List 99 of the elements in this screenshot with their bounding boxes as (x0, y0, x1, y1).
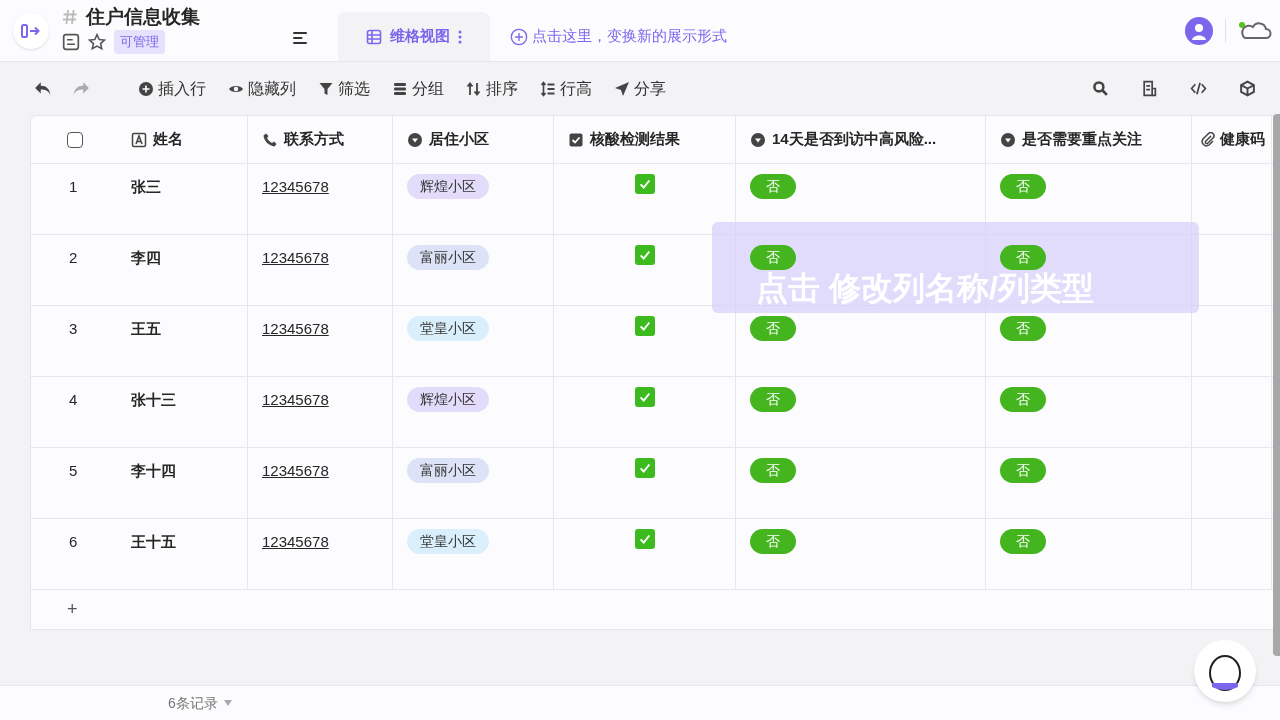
option-tag: 辉煌小区 (407, 387, 489, 412)
dropdown-circle-icon (407, 131, 423, 148)
row-number: 3 (68, 319, 79, 339)
checkbox[interactable] (634, 529, 655, 549)
check-icon (637, 532, 652, 546)
sidebar-toggle-button[interactable] (13, 12, 49, 49)
scrollbar[interactable] (1273, 114, 1280, 656)
phone-icon (262, 131, 278, 148)
option-tag: 否 (750, 174, 796, 199)
check-icon (637, 177, 652, 191)
option-tag: 堂皇小区 (407, 316, 489, 341)
phone-link[interactable]: 12345678 (262, 174, 329, 199)
toolbar-button[interactable]: 筛选 (318, 76, 370, 101)
toolbar-button[interactable]: 隐藏列 (228, 76, 296, 101)
document-icon[interactable] (1141, 80, 1158, 97)
option-tag: 否 (1000, 316, 1046, 341)
table-cell-text: 王五 (131, 319, 161, 339)
search-icon[interactable] (1092, 80, 1109, 97)
column-header[interactable]: 14天是否到访中高风险... (736, 116, 986, 163)
sort-arrows-icon (466, 80, 482, 97)
document-icon (62, 33, 80, 51)
option-tag: 富丽小区 (407, 245, 489, 270)
row-number: 6 (68, 532, 79, 552)
table-cell-text: 张十三 (131, 390, 176, 410)
checkbox-type-icon (568, 131, 584, 148)
column-header[interactable]: 健康码 (1192, 116, 1272, 163)
option-tag: 否 (750, 387, 796, 412)
row-number: 4 (68, 390, 79, 410)
permission-badge: 可管理 (114, 30, 165, 54)
sidebar-arrow-icon (21, 22, 41, 39)
more-icon (458, 29, 462, 44)
phone-link[interactable]: 12345678 (262, 387, 329, 412)
checkbox[interactable] (634, 458, 655, 478)
column-header[interactable]: 姓名 (131, 128, 183, 151)
column-header[interactable]: 联系方式 (248, 116, 393, 163)
user-avatar[interactable] (1185, 16, 1213, 45)
star-icon (88, 33, 106, 51)
check-icon (637, 248, 652, 262)
hash-icon (62, 8, 78, 25)
phone-link[interactable]: 12345678 (262, 245, 329, 270)
grid-icon (366, 28, 382, 45)
checkbox[interactable] (634, 387, 655, 407)
paper-plane-icon (614, 80, 630, 97)
row-number: 1 (68, 177, 79, 197)
row-number: 5 (68, 461, 79, 481)
add-row-button[interactable]: + (67, 596, 78, 623)
filter-icon (318, 80, 334, 97)
column-header[interactable]: 居住小区 (393, 116, 554, 163)
table-cell-text: 张三 (131, 177, 161, 197)
plus-circle-icon (138, 80, 154, 97)
dropdown-circle-icon (1000, 131, 1016, 148)
option-tag: 否 (750, 458, 796, 483)
phone-link[interactable]: 12345678 (262, 529, 329, 554)
toolbar-button[interactable]: 行高 (540, 76, 592, 101)
option-tag: 否 (1000, 458, 1046, 483)
caret-icon (223, 700, 232, 706)
phone-link[interactable]: 12345678 (262, 316, 329, 341)
select-all-checkbox[interactable] (67, 131, 83, 148)
record-count-dropdown[interactable]: 6条记录 (168, 692, 232, 714)
option-tag: 堂皇小区 (407, 529, 489, 554)
add-view-link[interactable]: 点击这里，变换新的展示形式 (510, 12, 727, 61)
row-height-icon (540, 80, 556, 97)
table-cell-text: 李十四 (131, 461, 176, 481)
cube-icon[interactable] (1239, 80, 1256, 97)
checkbox[interactable] (634, 316, 655, 336)
option-tag: 否 (750, 316, 796, 341)
option-tag: 否 (1000, 387, 1046, 412)
option-tag: 否 (1000, 174, 1046, 199)
code-icon[interactable] (1190, 80, 1207, 97)
option-tag: 否 (750, 245, 796, 270)
toolbar-button[interactable]: 分享 (614, 76, 666, 101)
row-number: 2 (68, 248, 79, 268)
table-cell-text: 李四 (131, 248, 161, 268)
toolbar-button[interactable]: 插入行 (138, 76, 206, 101)
check-icon (637, 319, 652, 333)
text-type-icon (131, 131, 147, 148)
option-tag: 否 (750, 529, 796, 554)
assistant-button[interactable] (1194, 640, 1256, 702)
column-header[interactable]: 是否需要重点关注 (986, 116, 1192, 163)
option-tag: 富丽小区 (407, 458, 489, 483)
stack-icon (392, 80, 408, 97)
paperclip-icon (1200, 131, 1216, 148)
checkbox[interactable] (634, 245, 655, 265)
column-header[interactable]: 核酸检测结果 (554, 116, 736, 163)
option-tag: 辉煌小区 (407, 174, 489, 199)
view-tab[interactable]: 维格视图 (338, 12, 490, 61)
document-title: 住户信息收集 (86, 7, 200, 27)
menu-icon (291, 29, 309, 47)
check-icon (637, 461, 652, 475)
toolbar-button[interactable]: 排序 (466, 76, 518, 101)
checkbox[interactable] (634, 174, 655, 194)
option-tag: 否 (1000, 529, 1046, 554)
table-cell-text: 王十五 (131, 532, 176, 552)
check-icon (637, 390, 652, 404)
plus-circle-icon (510, 27, 528, 46)
dropdown-circle-icon (750, 131, 766, 148)
phone-link[interactable]: 12345678 (262, 458, 329, 483)
toolbar-button[interactable]: 分组 (392, 76, 444, 101)
option-tag: 否 (1000, 245, 1046, 270)
